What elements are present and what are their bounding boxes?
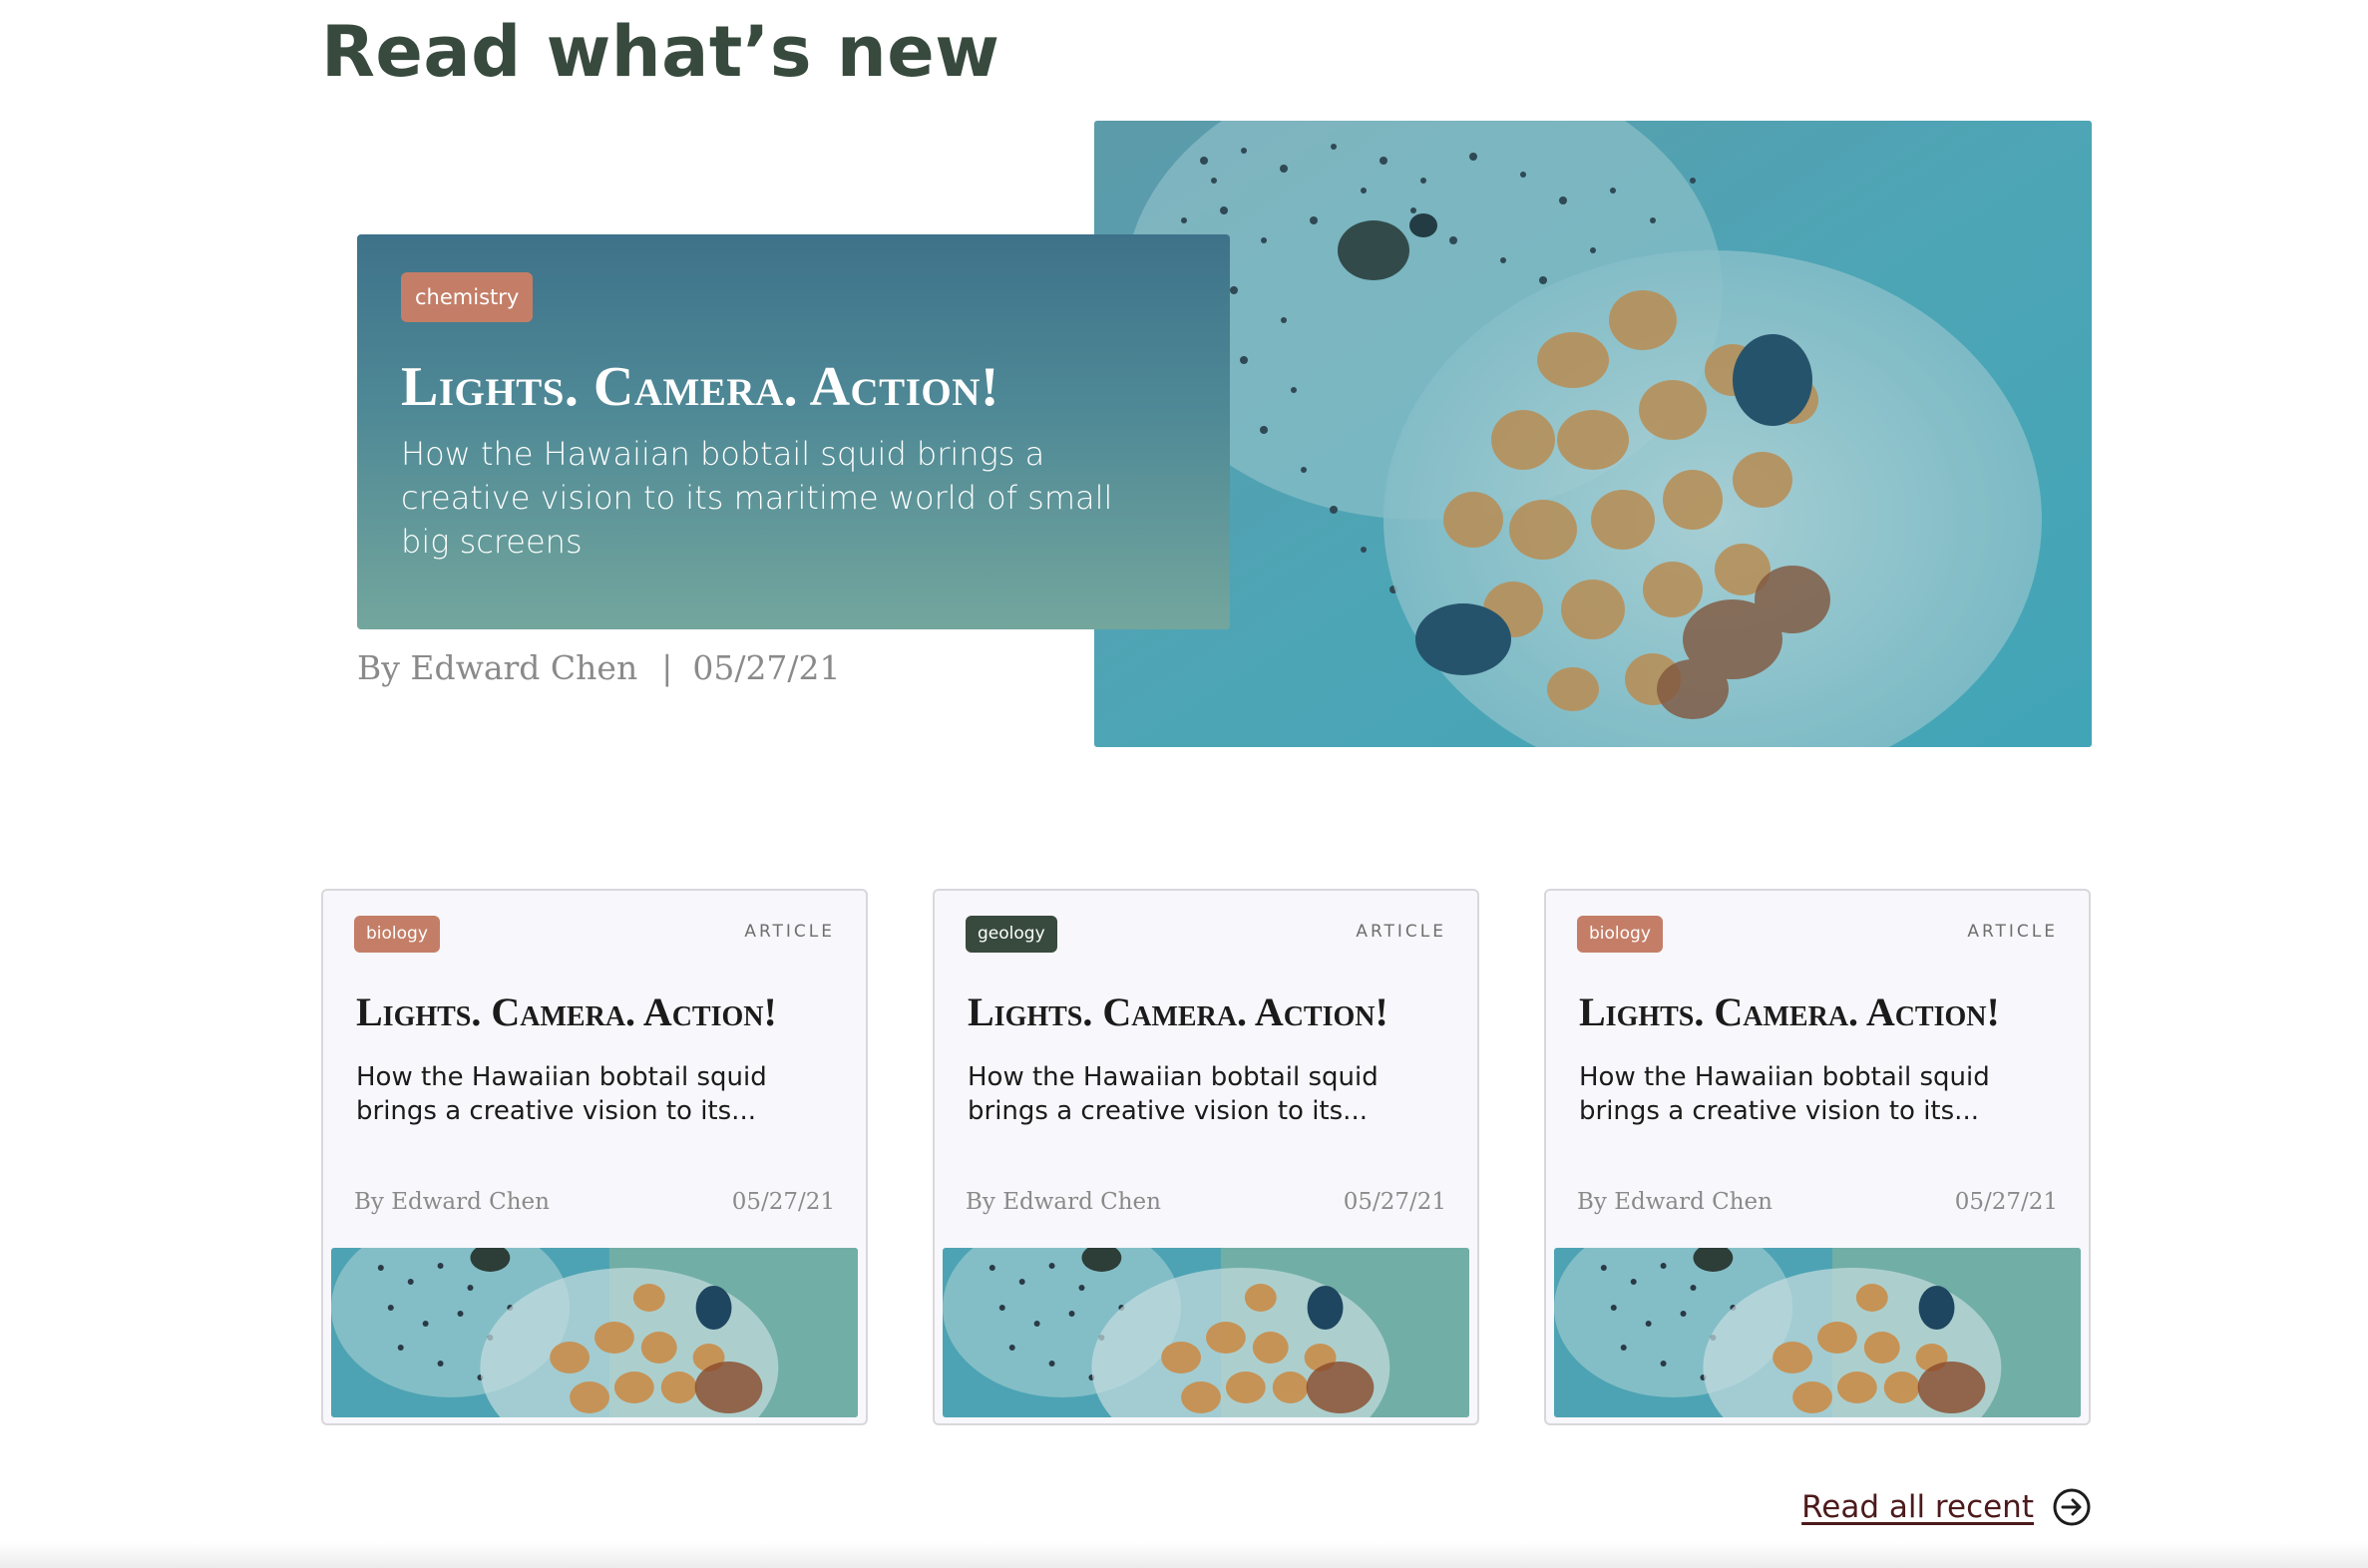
date: 05/27/21 xyxy=(692,648,841,687)
category-tag[interactable]: geology xyxy=(966,916,1057,953)
content-type-label: ARTICLE xyxy=(1967,922,2058,942)
card-description: How the Hawaiian bobtail squid brings a … xyxy=(1579,1062,1990,1126)
squid-photo xyxy=(1094,121,2092,747)
content-type-label: ARTICLE xyxy=(1356,922,1446,942)
squid-photo xyxy=(943,1248,1469,1417)
card-image[interactable] xyxy=(331,1248,858,1417)
category-tag[interactable]: biology xyxy=(1577,916,1663,953)
date: 05/27/21 xyxy=(1954,1189,2058,1215)
date: 05/27/21 xyxy=(731,1189,835,1215)
category-tag[interactable]: biology xyxy=(354,916,440,953)
date: 05/27/21 xyxy=(1343,1189,1446,1215)
article-card[interactable]: biology ARTICLE Lights. Camera. Action! … xyxy=(1544,889,2091,1425)
card-description: How the Hawaiian bobtail squid brings a … xyxy=(968,1062,1379,1126)
author: By Edward Chen xyxy=(357,648,638,687)
read-all-recent-link[interactable]: Read all recent xyxy=(1801,1485,2092,1529)
featured-description: How the Hawaiian bobtail squid brings a … xyxy=(401,435,1113,561)
featured-title[interactable]: Lights. Camera. Action! xyxy=(401,356,1186,418)
author: By Edward Chen xyxy=(1577,1189,1773,1215)
arrow-circle-right-icon xyxy=(2053,1488,2091,1526)
card-image[interactable] xyxy=(943,1248,1469,1417)
squid-photo xyxy=(1554,1248,2081,1417)
author: By Edward Chen xyxy=(354,1189,550,1215)
content-type-label: ARTICLE xyxy=(744,922,835,942)
section-title: Read what’s new xyxy=(321,11,1000,93)
card-title[interactable]: Lights. Camera. Action! xyxy=(356,990,777,1034)
card-description: How the Hawaiian bobtail squid brings a … xyxy=(356,1062,767,1126)
featured-image[interactable] xyxy=(1094,121,2092,747)
card-image[interactable] xyxy=(1554,1248,2081,1417)
article-card[interactable]: geology ARTICLE Lights. Camera. Action! … xyxy=(933,889,1479,1425)
featured-meta: By Edward Chen | 05/27/21 xyxy=(357,646,841,690)
meta-separator: | xyxy=(661,648,673,687)
category-tag[interactable]: chemistry xyxy=(401,272,534,322)
article-card[interactable]: biology ARTICLE Lights. Camera. Action! … xyxy=(321,889,868,1425)
read-all-label: Read all recent xyxy=(1801,1489,2034,1525)
card-title[interactable]: Lights. Camera. Action! xyxy=(1579,990,2000,1034)
author: By Edward Chen xyxy=(966,1189,1161,1215)
card-title[interactable]: Lights. Camera. Action! xyxy=(968,990,1388,1034)
squid-photo xyxy=(331,1248,858,1417)
page-bottom-fade xyxy=(0,1542,2368,1568)
featured-card[interactable]: chemistry Lights. Camera. Action! How th… xyxy=(357,234,1230,629)
